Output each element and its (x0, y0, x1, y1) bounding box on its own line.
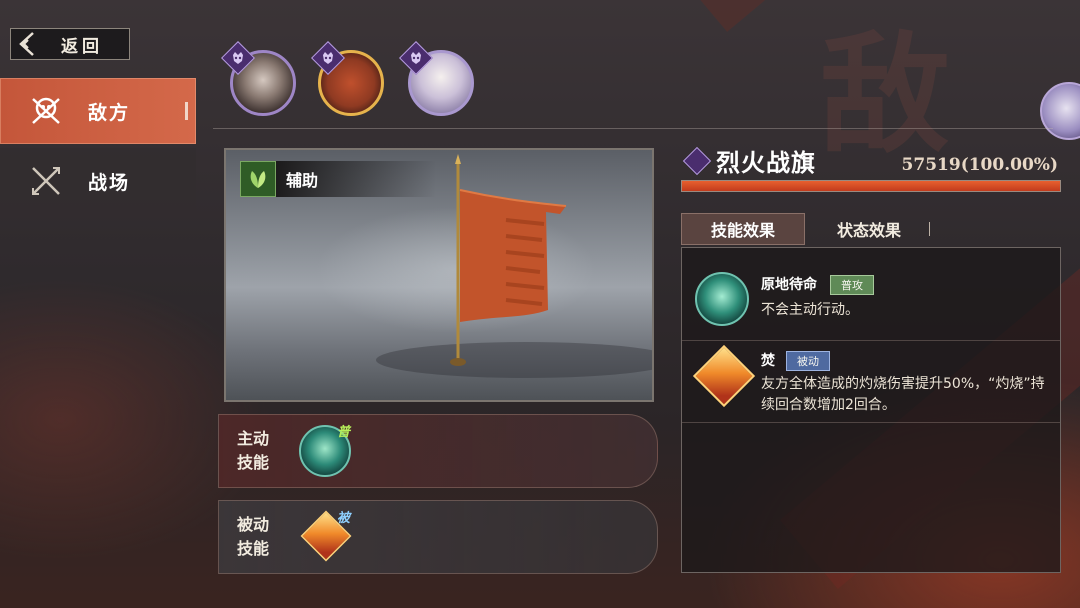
passive-badge: 被 (337, 511, 351, 526)
normal-attack-badge: 普 (337, 425, 351, 440)
effect-tag: 被动 (786, 351, 830, 371)
header-divider (213, 128, 1053, 129)
guardian-skill-icon (695, 272, 749, 326)
tab-skill-effects[interactable]: 技能效果 (681, 213, 805, 245)
crossed-swords-skull-icon (28, 93, 64, 129)
hp-bar (681, 180, 1061, 192)
demon-mask-icon (311, 41, 345, 75)
passive-skill-label: 被动 技能 (237, 515, 270, 558)
effect-item: 焚 被动 友方全体造成的灼烧伤害提升50%，“灼烧”持续回合数增加2回合。 (682, 340, 1060, 423)
demon-mask-icon (399, 41, 433, 75)
war-flag-illustration (376, 154, 652, 378)
effect-name: 原地待命 (761, 277, 817, 293)
unit-name: 烈火战旗 (716, 149, 816, 177)
hp-bar-fill (682, 181, 1060, 191)
flame-skill-icon (692, 344, 756, 408)
crossed-spears-icon (28, 163, 64, 199)
tab-battlefield-label: 战场 (88, 171, 131, 194)
effect-tag: 普攻 (830, 275, 874, 295)
tab-enemy[interactable]: 敌方 (0, 78, 196, 144)
tab-enemy-label: 敌方 (88, 101, 131, 124)
unit-preview: 辅助 (224, 148, 654, 402)
passive-skill-row: 被动 技能 被 (218, 500, 658, 574)
hp-value: 57519(100.00%) (901, 155, 1058, 175)
effect-description: 不会主动行动。 (761, 302, 859, 318)
active-skill-label: 主动 技能 (237, 429, 270, 472)
active-skill-row: 主动 技能 普 (218, 414, 658, 488)
tab-battlefield[interactable]: 战场 (0, 148, 196, 214)
back-label: 返回 (61, 36, 103, 57)
effects-panel: 原地待命 普攻 不会主动行动。 焚 被动 友方全体造成的灼烧伤害提升50%，“灼… (681, 247, 1061, 573)
tab-separator (929, 222, 930, 236)
back-button[interactable]: 返回 (10, 28, 130, 60)
tab-status-effects[interactable]: 状态效果 (810, 213, 928, 245)
demon-mask-icon (682, 146, 712, 176)
effect-description: 友方全体造成的灼烧伤害提升50%，“灼烧”持续回合数增加2回合。 (761, 376, 1045, 413)
chevron-left-icon (11, 29, 41, 59)
background-calligraphy: 敌 (820, 18, 950, 171)
effect-name: 焚 (761, 353, 775, 369)
active-indicator (185, 102, 188, 120)
ally-avatar[interactable] (1040, 82, 1080, 140)
demon-mask-icon (221, 41, 255, 75)
effect-item: 原地待命 普攻 不会主动行动。 (682, 248, 1060, 341)
